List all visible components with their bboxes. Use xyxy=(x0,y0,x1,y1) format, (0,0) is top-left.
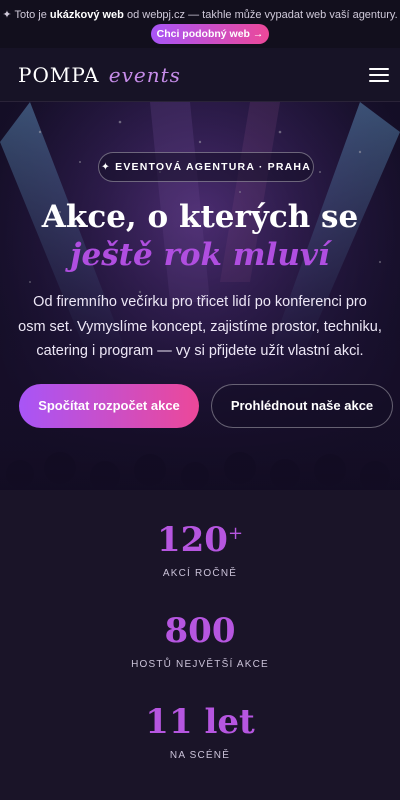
stat-suffix: + xyxy=(227,523,244,544)
demo-banner-text: ✦ Toto je ukázkový web od webpj.cz — tak… xyxy=(0,8,400,21)
stat-value-wrap: 11 let xyxy=(0,702,400,742)
site-header: POMPA events xyxy=(0,48,400,102)
stat-value: 11 let xyxy=(145,702,255,742)
agency-badge: ✦ EVENTOVÁ AGENTURA · PRAHA xyxy=(98,152,314,182)
logo-sub: events xyxy=(108,63,181,87)
hero-title-line1: Akce, o kterých se xyxy=(41,199,359,235)
stat-max-guests: 800 HOSTŮ NEJVĚTŠÍ AKCE xyxy=(0,611,400,670)
stat-value-wrap: 800 xyxy=(0,611,400,651)
stat-events-per-year: 120+ AKCÍ ROČNĚ xyxy=(0,520,400,579)
demo-cta-button[interactable]: Chci podobný web → xyxy=(151,24,269,44)
stat-label: NA SCÉNĚ xyxy=(169,750,231,761)
stat-years-on-stage: 11 let NA SCÉNĚ xyxy=(0,702,400,761)
hamburger-menu-icon[interactable] xyxy=(369,68,389,82)
stats-section: 120+ AKCÍ ROČNĚ 800 HOSTŮ NEJVĚTŠÍ AKCE … xyxy=(0,490,400,800)
demo-banner-bold: ukázkový web xyxy=(49,9,124,21)
budget-calculator-button[interactable]: Spočítat rozpočet akce xyxy=(19,384,199,428)
demo-banner: ✦ Toto je ukázkový web od webpj.cz — tak… xyxy=(0,0,400,48)
logo[interactable]: POMPA events xyxy=(18,63,181,87)
logo-main: POMPA xyxy=(18,63,100,87)
hero-title-line2: ještě rok mluví xyxy=(70,237,330,273)
stat-value: 800 xyxy=(164,611,236,651)
hero-section: ✦ EVENTOVÁ AGENTURA · PRAHA Akce, o kter… xyxy=(0,102,400,490)
hero-lead-text: Od firemního večírku pro třicet lidí po … xyxy=(18,294,382,359)
view-events-button[interactable]: Prohlédnout naše akce xyxy=(211,384,393,428)
stat-label: AKCÍ ROČNĚ xyxy=(162,568,238,579)
stat-value-wrap: 120+ xyxy=(0,520,400,560)
stat-label: HOSTŮ NEJVĚTŠÍ AKCE xyxy=(131,659,269,670)
demo-banner-prefix: ✦ Toto je xyxy=(2,9,50,21)
stat-value: 120 xyxy=(156,520,228,560)
demo-banner-suffix: od webpj.cz — takhle může vypadat web va… xyxy=(123,9,398,21)
